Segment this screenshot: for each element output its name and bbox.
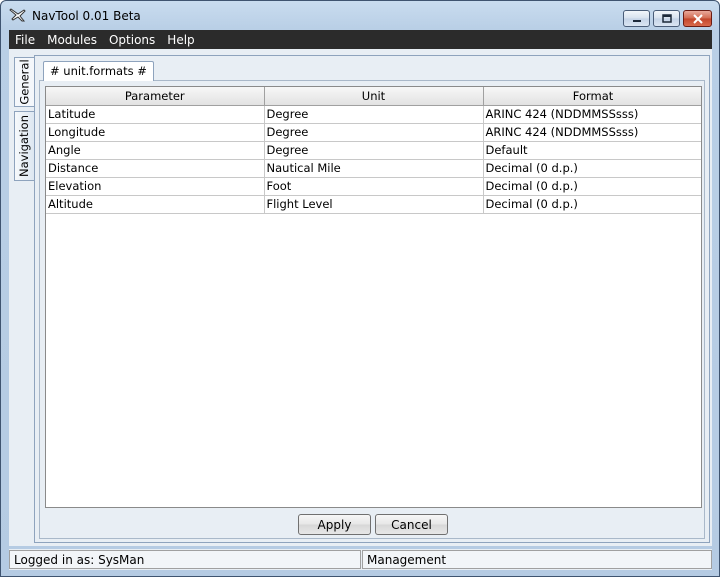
table-row[interactable]: Latitude Degree ARINC 424 (NDDMMSSsss) xyxy=(46,105,701,124)
cell-unit[interactable]: Degree xyxy=(264,105,484,124)
minimize-icon xyxy=(632,19,641,22)
airplane-icon xyxy=(9,8,26,22)
minimize-button[interactable] xyxy=(623,10,650,27)
cell-unit[interactable]: Nautical Mile xyxy=(264,159,484,178)
table-row[interactable]: Distance Nautical Mile Decimal (0 d.p.) xyxy=(46,159,701,178)
cell-unit[interactable]: Degree xyxy=(264,123,484,142)
cell-parameter[interactable]: Latitude xyxy=(46,105,265,124)
column-header-parameter[interactable]: Parameter xyxy=(46,87,265,106)
cell-format[interactable]: Default xyxy=(483,141,701,160)
tab-navigation-label: Navigation xyxy=(17,114,32,178)
menu-options[interactable]: Options xyxy=(103,33,161,47)
tab-unit-formats[interactable]: # unit.formats # xyxy=(43,61,154,81)
cell-format[interactable]: Decimal (0 d.p.) xyxy=(483,177,701,196)
table-row[interactable]: Elevation Foot Decimal (0 d.p.) xyxy=(46,177,701,196)
title-bar[interactable]: NavTool 0.01 Beta xyxy=(1,1,719,29)
table-row[interactable]: Altitude Flight Level Decimal (0 d.p.) xyxy=(46,195,701,214)
tab-navigation[interactable]: Navigation xyxy=(14,111,34,181)
unit-formats-table: Parameter Unit Format Latitude Degree AR… xyxy=(45,86,702,508)
cell-parameter[interactable]: Elevation xyxy=(46,177,265,196)
client-area: General Navigation # unit.formats # Para… xyxy=(9,49,712,546)
cell-format[interactable]: Decimal (0 d.p.) xyxy=(483,195,701,214)
close-button[interactable] xyxy=(683,10,712,27)
app-window: NavTool 0.01 Beta File Modules Options H… xyxy=(0,0,720,577)
cell-parameter[interactable]: Longitude xyxy=(46,123,265,142)
menu-modules[interactable]: Modules xyxy=(41,33,103,47)
apply-button[interactable]: Apply xyxy=(298,514,371,535)
cell-unit[interactable]: Flight Level xyxy=(264,195,484,214)
maximize-icon xyxy=(661,14,672,23)
tab-general[interactable]: General xyxy=(14,57,34,107)
cell-unit[interactable]: Foot xyxy=(264,177,484,196)
cell-format[interactable]: ARINC 424 (NDDMMSSsss) xyxy=(483,123,701,142)
cancel-button[interactable]: Cancel xyxy=(375,514,448,535)
table-row[interactable]: Longitude Degree ARINC 424 (NDDMMSSsss) xyxy=(46,123,701,142)
menu-bar: File Modules Options Help xyxy=(9,30,712,49)
maximize-button[interactable] xyxy=(653,10,680,27)
menu-help[interactable]: Help xyxy=(161,33,200,47)
column-header-format[interactable]: Format xyxy=(483,87,701,106)
close-icon xyxy=(692,13,703,24)
tab-general-label: General xyxy=(17,59,32,105)
window-title: NavTool 0.01 Beta xyxy=(32,9,141,23)
table-header-row: Parameter Unit Format xyxy=(46,87,701,106)
cell-parameter[interactable]: Altitude xyxy=(46,195,265,214)
status-logged-in-user: Logged in as: SysMan xyxy=(9,550,361,569)
table-row[interactable]: Angle Degree Default xyxy=(46,141,701,160)
menu-file[interactable]: File xyxy=(9,33,41,47)
column-header-unit[interactable]: Unit xyxy=(264,87,484,106)
cell-format[interactable]: Decimal (0 d.p.) xyxy=(483,159,701,178)
cell-parameter[interactable]: Angle xyxy=(46,141,265,160)
status-bar: Logged in as: SysMan Management xyxy=(9,549,712,570)
cell-format[interactable]: ARINC 424 (NDDMMSSsss) xyxy=(483,105,701,124)
cell-parameter[interactable]: Distance xyxy=(46,159,265,178)
cell-unit[interactable]: Degree xyxy=(264,141,484,160)
status-module: Management xyxy=(362,550,712,569)
